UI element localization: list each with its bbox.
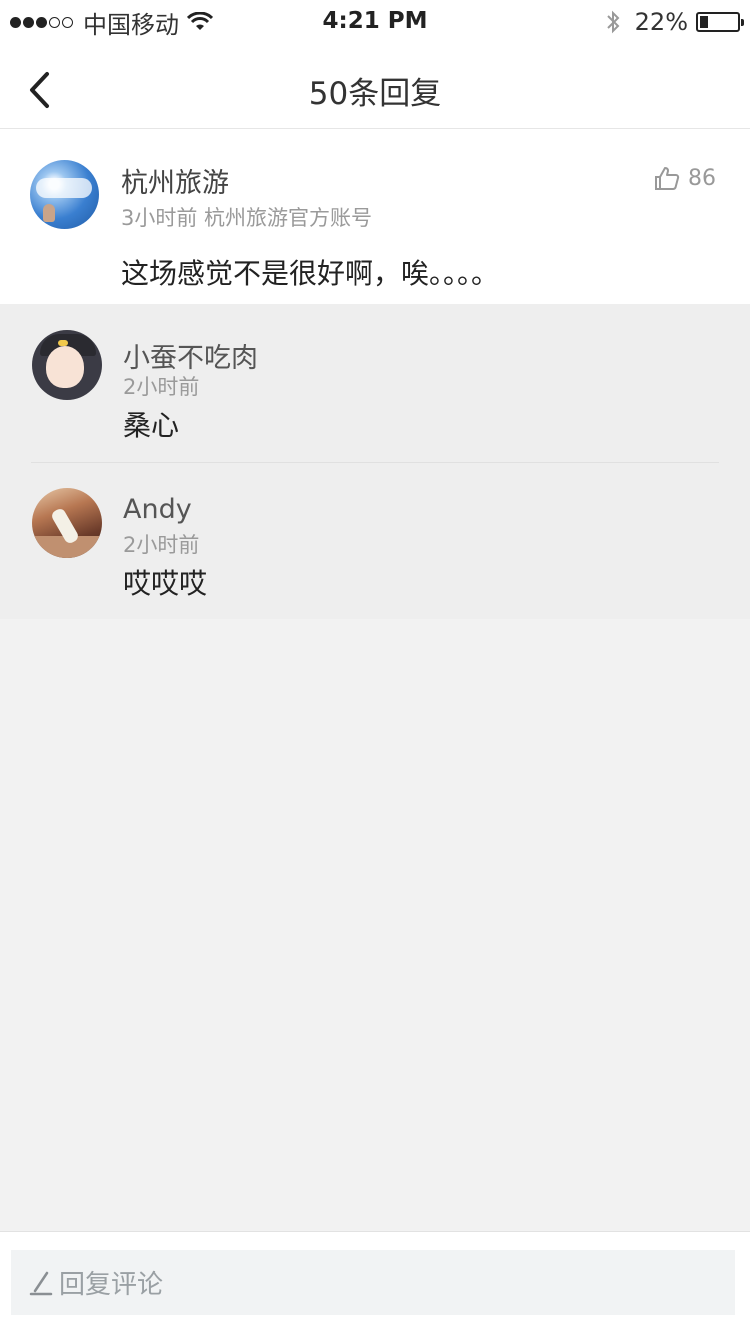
reply-author[interactable]: Andy [123, 494, 192, 525]
reply-time: 2小时前 [123, 375, 200, 399]
battery-fill [700, 16, 708, 28]
comment-content: 这场感觉不是很好啊，唉。。。。 [121, 257, 500, 290]
reply-content: 桑心 [123, 409, 180, 442]
like-count: 86 [688, 165, 716, 191]
reply-item[interactable]: 小蚕不吃肉 2小时前 桑心 [0, 304, 750, 462]
bottom-bar: 回复评论 [0, 1231, 750, 1327]
status-bar: 中国移动 4:21 PM 22% [0, 0, 750, 44]
battery-percent: 22% [634, 8, 688, 36]
thumbs-up-icon [655, 167, 680, 190]
comment-meta: 3小时前 杭州旅游官方账号 [121, 206, 373, 230]
status-right: 22% [605, 8, 744, 36]
avatar[interactable] [30, 160, 99, 229]
battery-icon [696, 12, 744, 32]
bluetooth-icon [606, 10, 620, 34]
comment-author[interactable]: 杭州旅游 [121, 161, 229, 200]
avatar-figure [43, 204, 55, 222]
reply-author[interactable]: 小蚕不吃肉 [123, 336, 258, 375]
reply-list: 小蚕不吃肉 2小时前 桑心 Andy 2小时前 哎哎哎 [0, 304, 750, 619]
nav-bar: 50条回复 [0, 44, 750, 129]
battery-nub [741, 19, 744, 26]
like-button[interactable]: 86 [654, 165, 716, 191]
reply-input-placeholder: 回复评论 [59, 1270, 164, 1300]
page-title: 50条回复 [308, 76, 442, 112]
avatar-hairclip [58, 340, 68, 346]
avatar[interactable] [32, 488, 102, 558]
main-comment: 杭州旅游 3小时前 杭州旅游官方账号 86 这场感觉不是很好啊，唉。。。。 [0, 129, 750, 304]
pencil-icon [29, 1271, 53, 1295]
reply-input[interactable]: 回复评论 [11, 1250, 735, 1315]
reply-content: 哎哎哎 [123, 567, 208, 600]
avatar-face [46, 346, 84, 388]
avatar-cloud [36, 178, 92, 198]
reply-time: 2小时前 [123, 533, 200, 557]
reply-item[interactable]: Andy 2小时前 哎哎哎 [0, 462, 750, 620]
avatar[interactable] [32, 330, 102, 400]
